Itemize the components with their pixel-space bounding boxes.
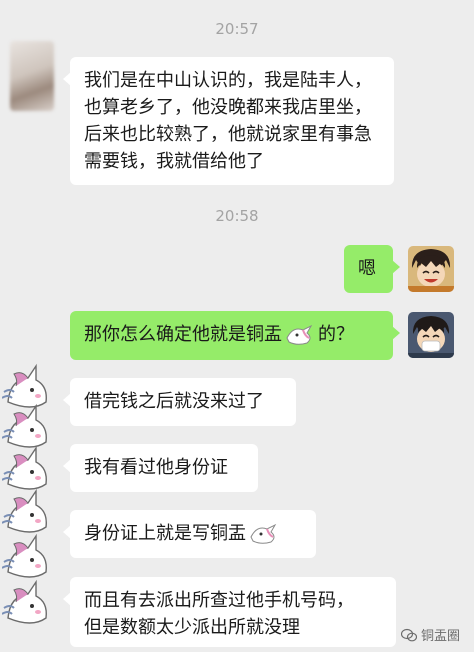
unicorn-sticker-icon <box>283 324 317 346</box>
cartoon-boy-icon <box>408 312 454 358</box>
watermark-text: 铜盂圈 <box>420 629 460 644</box>
received-message[interactable]: 我们是在中山认识的，我是陆丰人，也算老乡了，他没晚都来我店里坐，后来也比较熟了，… <box>63 57 394 185</box>
unicorn-sticker-icon <box>247 523 281 545</box>
sent-message[interactable]: 嗯 <box>344 245 400 293</box>
message-text: 那你怎么确定他就是铜盂 <box>84 324 282 345</box>
watermark: 铜盂圈 <box>400 625 460 644</box>
received-message[interactable]: 而且有去派出所查过他手机号码， 但是数额太少派出所就没理 <box>63 577 396 647</box>
message-text: 的？ <box>318 324 354 345</box>
user-avatar[interactable] <box>408 312 454 358</box>
received-message[interactable]: 身份证上就是写铜盂 <box>63 510 316 558</box>
message-line: 而且有去派出所查过他手机号码， <box>84 590 354 611</box>
message-text: 身份证上就是写铜盂 <box>84 523 246 544</box>
sent-message[interactable]: 那你怎么确定他就是铜盂 的？ <box>70 311 400 360</box>
unicorn-avatar-icon[interactable] <box>2 532 54 584</box>
timestamp: 20:57 <box>215 20 259 38</box>
message-line: 但是数额太少派出所就没理 <box>84 617 300 638</box>
timestamp: 20:58 <box>215 207 259 225</box>
received-message[interactable]: 我有看过他身份证 <box>63 444 258 492</box>
unicorn-avatar-icon[interactable] <box>2 578 54 630</box>
cartoon-boy-icon <box>408 246 454 292</box>
user-avatar[interactable] <box>408 246 454 292</box>
wechat-icon <box>400 628 417 641</box>
received-message[interactable]: 借完钱之后就没来过了 <box>63 378 296 426</box>
blurred-avatar[interactable] <box>10 41 54 111</box>
